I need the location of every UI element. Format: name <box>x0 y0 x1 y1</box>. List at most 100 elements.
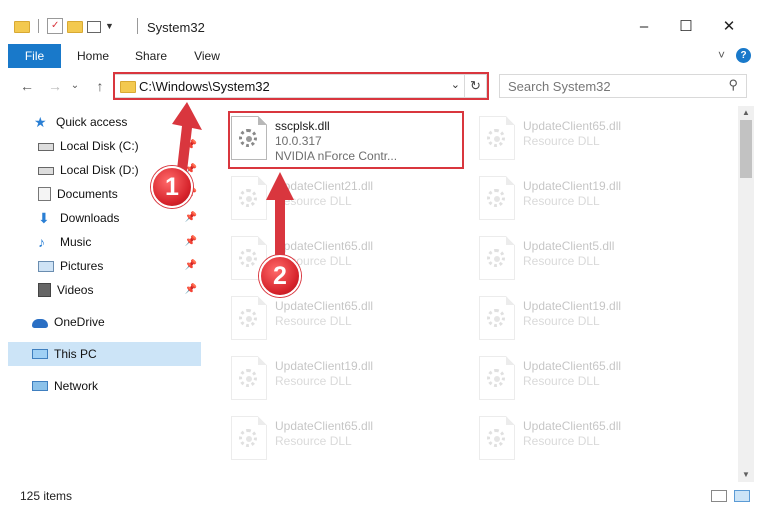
large-icons-view-icon[interactable] <box>734 490 750 502</box>
pin-icon[interactable]: 📌 <box>185 284 197 295</box>
forward-button[interactable]: → <box>46 77 64 95</box>
ribbon-expand-icon[interactable]: ˅ <box>718 48 725 62</box>
help-icon[interactable]: ? <box>736 48 751 63</box>
file-name: UpdateClient19.dll <box>523 299 622 313</box>
file-item[interactable]: UpdateClient19.dll Resource DLL <box>467 170 707 226</box>
details-view-icon[interactable] <box>711 490 727 502</box>
pin-icon[interactable]: 📌 <box>185 212 197 223</box>
sidebar-item-network[interactable]: Network <box>8 374 201 398</box>
gear-icon <box>494 256 500 262</box>
properties-icon[interactable]: ✓ <box>47 18 63 34</box>
step-1-badge: 1 <box>151 166 193 208</box>
tab-share[interactable]: Share <box>128 44 174 68</box>
file-description: Resource DLL <box>523 194 600 208</box>
back-button[interactable]: ← <box>18 77 36 95</box>
status-bar: 125 items <box>0 484 769 508</box>
address-dropdown-icon[interactable]: ⌄ <box>451 78 460 91</box>
customize-qat-icon[interactable] <box>87 21 101 33</box>
sidebar-item-videos[interactable]: Videos 📌 <box>8 278 201 302</box>
tab-view[interactable]: View <box>184 44 230 68</box>
ribbon-tabs: File Home Share View ˅ ? <box>0 44 769 68</box>
file-description: Resource DLL <box>275 314 352 328</box>
navigation-pane: ★ Quick access Local Disk (C:) 📌 Local D… <box>8 106 201 482</box>
sidebar-item-label: OneDrive <box>54 315 105 329</box>
step-2-badge: 2 <box>259 255 301 297</box>
file-item[interactable]: UpdateClient65.dll Resource DLL <box>467 350 707 406</box>
up-button[interactable]: ↑ <box>91 77 109 95</box>
pictures-icon <box>38 260 54 272</box>
file-item[interactable]: UpdateClient5.dll Resource DLL <box>467 230 707 286</box>
tab-home[interactable]: Home <box>70 44 116 68</box>
file-item[interactable]: UpdateClient19.dll Resource DLL <box>219 350 459 406</box>
gear-icon <box>494 136 500 142</box>
sidebar-item-downloads[interactable]: ⬇ Downloads 📌 <box>8 206 201 230</box>
sidebar-item-label: Local Disk (C:) <box>60 139 139 153</box>
music-icon: ♪ <box>38 234 45 250</box>
refresh-button[interactable]: ↻ <box>464 75 486 97</box>
sidebar-item-label: Music <box>60 235 92 249</box>
file-description: Resource DLL <box>523 434 600 448</box>
new-folder-icon[interactable] <box>67 21 83 33</box>
address-bar[interactable]: C:\Windows\System32 ⌄ ↻ <box>114 74 487 98</box>
recent-locations-button[interactable]: ⌄ <box>66 77 84 95</box>
title-divider <box>137 18 138 34</box>
dll-file-icon <box>231 416 267 460</box>
file-name: UpdateClient5.dll <box>523 239 615 253</box>
search-icon[interactable]: ⚲ <box>728 77 738 93</box>
file-description: Resource DLL <box>523 134 600 148</box>
file-item[interactable]: UpdateClient65.dll Resource DLL <box>219 290 459 346</box>
file-description: Resource DLL <box>275 194 352 208</box>
videos-icon <box>38 283 51 297</box>
documents-icon <box>38 187 51 201</box>
gear-icon <box>494 196 500 202</box>
sidebar-item-quick-access[interactable]: ★ Quick access <box>8 110 201 134</box>
file-item[interactable]: UpdateClient65.dll Resource DLL <box>219 410 459 466</box>
folder-icon <box>14 21 30 33</box>
gear-icon <box>246 436 252 442</box>
pin-icon[interactable]: 📌 <box>185 140 197 151</box>
qat-dropdown-icon[interactable]: ▼ <box>105 21 114 31</box>
navigation-bar: ← → ⌄ ↑ C:\Windows\System32 ⌄ ↻ ⚲ <box>0 68 769 104</box>
sidebar-item-label: Pictures <box>60 259 104 273</box>
file-highlight-box <box>228 111 464 169</box>
close-button[interactable]: ✕ <box>714 14 744 38</box>
file-item[interactable]: UpdateClient21.dll Resource DLL <box>219 170 459 226</box>
maximize-button[interactable]: ☐ <box>671 14 701 38</box>
window-title: System32 <box>147 20 205 35</box>
pin-icon[interactable]: 📌 <box>185 260 197 271</box>
pin-icon[interactable]: 📌 <box>185 236 197 247</box>
tab-file[interactable]: File <box>8 44 61 68</box>
gear-icon <box>494 436 500 442</box>
sidebar-item-onedrive[interactable]: OneDrive <box>8 310 201 334</box>
scrollbar-thumb[interactable] <box>740 120 752 178</box>
scroll-up-icon[interactable]: ▲ <box>738 106 754 120</box>
file-item[interactable]: UpdateClient65.dll Resource DLL <box>467 110 707 166</box>
file-item[interactable]: UpdateClient19.dll Resource DLL <box>467 290 707 346</box>
cloud-icon <box>32 319 48 328</box>
toolbar-divider <box>38 19 39 33</box>
file-description: Resource DLL <box>523 254 600 268</box>
file-item[interactable]: UpdateClient65.dll Resource DLL <box>219 230 459 286</box>
sidebar-item-music[interactable]: ♪ Music 📌 <box>8 230 201 254</box>
file-name: UpdateClient65.dll <box>275 239 374 253</box>
sidebar-item-label: This PC <box>54 347 97 361</box>
sidebar-item-label: Videos <box>57 283 94 297</box>
search-box[interactable]: ⚲ <box>499 74 747 98</box>
file-name: UpdateClient65.dll <box>275 419 374 433</box>
scroll-down-icon[interactable]: ▼ <box>738 468 754 482</box>
file-item[interactable]: UpdateClient65.dll Resource DLL <box>467 410 707 466</box>
sidebar-item-local-disk-c[interactable]: Local Disk (C:) 📌 <box>8 134 201 158</box>
sidebar-item-label: Downloads <box>60 211 120 225</box>
file-description: Resource DLL <box>523 374 600 388</box>
vertical-scrollbar[interactable]: ▲ ▼ <box>738 106 754 482</box>
file-description: Resource DLL <box>275 374 352 388</box>
sidebar-item-pictures[interactable]: Pictures 📌 <box>8 254 201 278</box>
gear-icon <box>494 376 500 382</box>
dll-file-icon <box>479 116 515 160</box>
sidebar-item-this-pc[interactable]: This PC <box>8 342 201 366</box>
minimize-button[interactable]: – <box>629 14 659 38</box>
search-input[interactable] <box>508 78 718 94</box>
drive-icon <box>38 167 54 175</box>
sidebar-item-label: Local Disk (D:) <box>60 163 139 177</box>
dll-file-icon <box>231 176 267 220</box>
